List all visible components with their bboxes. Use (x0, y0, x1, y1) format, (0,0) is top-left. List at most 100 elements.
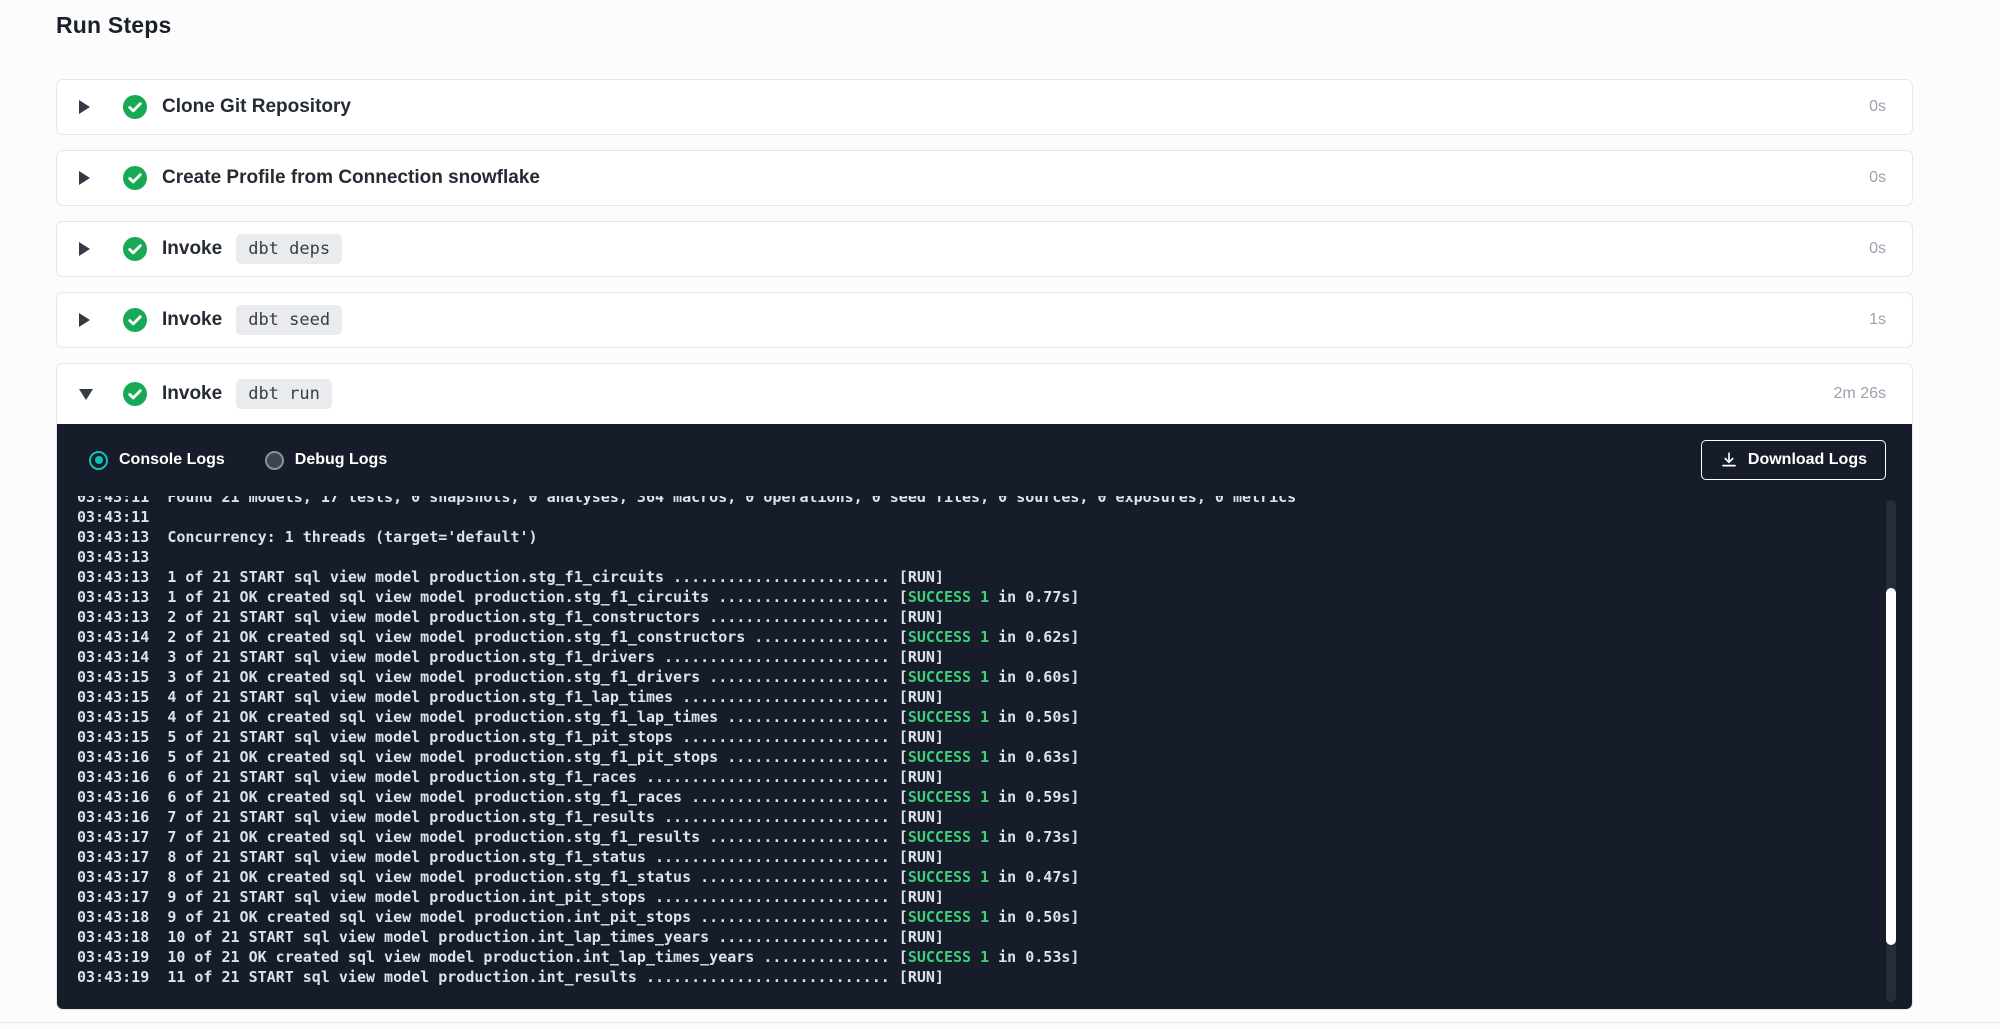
log-line: 03:43:19 11 of 21 START sql view model p… (77, 967, 1872, 987)
log-message: 10 of 21 OK created sql view model produ… (167, 948, 889, 966)
log-success-tag: SUCCESS 1 (908, 788, 989, 806)
radio-unselected-icon (265, 451, 284, 470)
log-success-tag: SUCCESS 1 (908, 708, 989, 726)
log-success-tag: SUCCESS 1 (908, 948, 989, 966)
log-timestamp: 03:43:18 (77, 928, 167, 946)
step-row-dbt-run[interactable]: Invoke dbt run 2m 26s (57, 364, 1912, 424)
log-message: Concurrency: 1 threads (target='default'… (167, 528, 537, 546)
log-timestamp: 03:43:11 (77, 496, 167, 506)
log-success-tag: SUCCESS 1 (908, 628, 989, 646)
step-duration: 0s (1869, 169, 1886, 187)
chevron-right-icon[interactable] (79, 313, 111, 327)
log-timestamp: 03:43:13 (77, 568, 167, 586)
console-scrollbar-thumb[interactable] (1886, 588, 1896, 945)
step-duration: 1s (1869, 311, 1886, 329)
log-timestamp: 03:43:15 (77, 728, 167, 746)
log-timestamp: 03:43:14 (77, 628, 167, 646)
log-line: 03:43:13 Concurrency: 1 threads (target=… (77, 527, 1872, 547)
step-row-clone-git[interactable]: Clone Git Repository 0s (56, 79, 1913, 135)
download-logs-button[interactable]: Download Logs (1701, 440, 1886, 480)
success-check-icon (123, 166, 147, 190)
command-badge: dbt seed (236, 305, 342, 335)
debug-logs-radio[interactable]: Debug Logs (265, 451, 387, 470)
console-log-area[interactable]: 03:43:11 Found 21 models, 17 tests, 0 sn… (57, 496, 1912, 1009)
log-line: 03:43:16 6 of 21 START sql view model pr… (77, 767, 1872, 787)
console-logs-radio[interactable]: Console Logs (89, 451, 225, 470)
log-line: 03:43:18 10 of 21 START sql view model p… (77, 927, 1872, 947)
log-message: 6 of 21 START sql view model production.… (167, 768, 889, 786)
log-timestamp: 03:43:13 (77, 528, 167, 546)
log-message: 6 of 21 OK created sql view model produc… (167, 788, 889, 806)
log-timestamp: 03:43:14 (77, 648, 167, 666)
run-steps-page: Run Steps Clone Git Repository 0s Create… (0, 0, 2000, 1029)
log-success-tag: SUCCESS 1 (908, 828, 989, 846)
log-success-tag: SUCCESS 1 (908, 868, 989, 886)
log-success-tag: SUCCESS 1 (908, 668, 989, 686)
step-row-create-profile[interactable]: Create Profile from Connection snowflake… (56, 150, 1913, 206)
log-line: 03:43:14 2 of 21 OK created sql view mod… (77, 627, 1872, 647)
command-badge: dbt run (236, 379, 332, 409)
log-message: 1 of 21 OK created sql view model produc… (167, 588, 889, 606)
run-steps-list: Clone Git Repository 0s Create Profile f… (56, 79, 1913, 1010)
log-line: 03:43:17 9 of 21 START sql view model pr… (77, 887, 1872, 907)
success-check-icon (123, 95, 147, 119)
console-panel: Console Logs Debug Logs Download Logs (57, 424, 1912, 1009)
log-message: 3 of 21 START sql view model production.… (167, 648, 889, 666)
log-line: 03:43:15 3 of 21 OK created sql view mod… (77, 667, 1872, 687)
log-timestamp: 03:43:17 (77, 888, 167, 906)
log-lines: 03:43:11 Found 21 models, 17 tests, 0 sn… (77, 496, 1872, 987)
log-message: Found 21 models, 17 tests, 0 snapshots, … (167, 496, 1296, 506)
step-title: Create Profile from Connection snowflake (162, 167, 540, 189)
log-line: 03:43:16 7 of 21 START sql view model pr… (77, 807, 1872, 827)
log-timestamp: 03:43:16 (77, 788, 167, 806)
chevron-down-icon[interactable] (79, 389, 111, 400)
log-line: 03:43:15 5 of 21 START sql view model pr… (77, 727, 1872, 747)
log-timestamp: 03:43:17 (77, 868, 167, 886)
log-success-tag: SUCCESS 1 (908, 748, 989, 766)
log-timestamp: 03:43:15 (77, 668, 167, 686)
log-line: 03:43:11 (77, 507, 1872, 527)
log-message: 7 of 21 START sql view model production.… (167, 808, 889, 826)
log-line: 03:43:16 6 of 21 OK created sql view mod… (77, 787, 1872, 807)
log-success-tag: SUCCESS 1 (908, 588, 989, 606)
log-line: 03:43:17 8 of 21 START sql view model pr… (77, 847, 1872, 867)
log-message: 5 of 21 START sql view model production.… (167, 728, 889, 746)
log-timestamp: 03:43:16 (77, 768, 167, 786)
page-title: Run Steps (56, 12, 172, 39)
log-timestamp: 03:43:19 (77, 948, 167, 966)
log-timestamp: 03:43:18 (77, 908, 167, 926)
command-badge: dbt deps (236, 234, 342, 264)
log-line: 03:43:16 5 of 21 OK created sql view mod… (77, 747, 1872, 767)
log-message: 7 of 21 OK created sql view model produc… (167, 828, 889, 846)
log-timestamp: 03:43:13 (77, 608, 167, 626)
log-success-tag: SUCCESS 1 (908, 908, 989, 926)
log-timestamp: 03:43:16 (77, 748, 167, 766)
console-logs-label: Console Logs (119, 451, 225, 469)
chevron-right-icon[interactable] (79, 171, 111, 185)
step-title: Clone Git Repository (162, 96, 351, 118)
log-message: 4 of 21 START sql view model production.… (167, 688, 889, 706)
log-message: 8 of 21 OK created sql view model produc… (167, 868, 889, 886)
step-duration: 0s (1869, 240, 1886, 258)
log-line: 03:43:17 7 of 21 OK created sql view mod… (77, 827, 1872, 847)
step-title: Invoke (162, 238, 222, 260)
step-title: Invoke (162, 383, 222, 405)
log-timestamp: 03:43:16 (77, 808, 167, 826)
log-line: 03:43:17 8 of 21 OK created sql view mod… (77, 867, 1872, 887)
log-timestamp: 03:43:15 (77, 708, 167, 726)
step-row-dbt-seed[interactable]: Invoke dbt seed 1s (56, 292, 1913, 348)
step-row-dbt-deps[interactable]: Invoke dbt deps 0s (56, 221, 1913, 277)
log-message: 9 of 21 START sql view model production.… (167, 888, 889, 906)
log-message: 8 of 21 START sql view model production.… (167, 848, 889, 866)
chevron-right-icon[interactable] (79, 100, 111, 114)
console-header: Console Logs Debug Logs Download Logs (57, 424, 1912, 496)
success-check-icon (123, 382, 147, 406)
log-timestamp: 03:43:13 (77, 548, 149, 566)
radio-selected-icon (89, 451, 108, 470)
chevron-right-icon[interactable] (79, 242, 111, 256)
log-line: 03:43:19 10 of 21 OK created sql view mo… (77, 947, 1872, 967)
bottom-divider (0, 1022, 2000, 1023)
step-duration: 2m 26s (1834, 385, 1886, 403)
download-logs-label: Download Logs (1748, 451, 1867, 469)
log-line: 03:43:13 1 of 21 OK created sql view mod… (77, 587, 1872, 607)
